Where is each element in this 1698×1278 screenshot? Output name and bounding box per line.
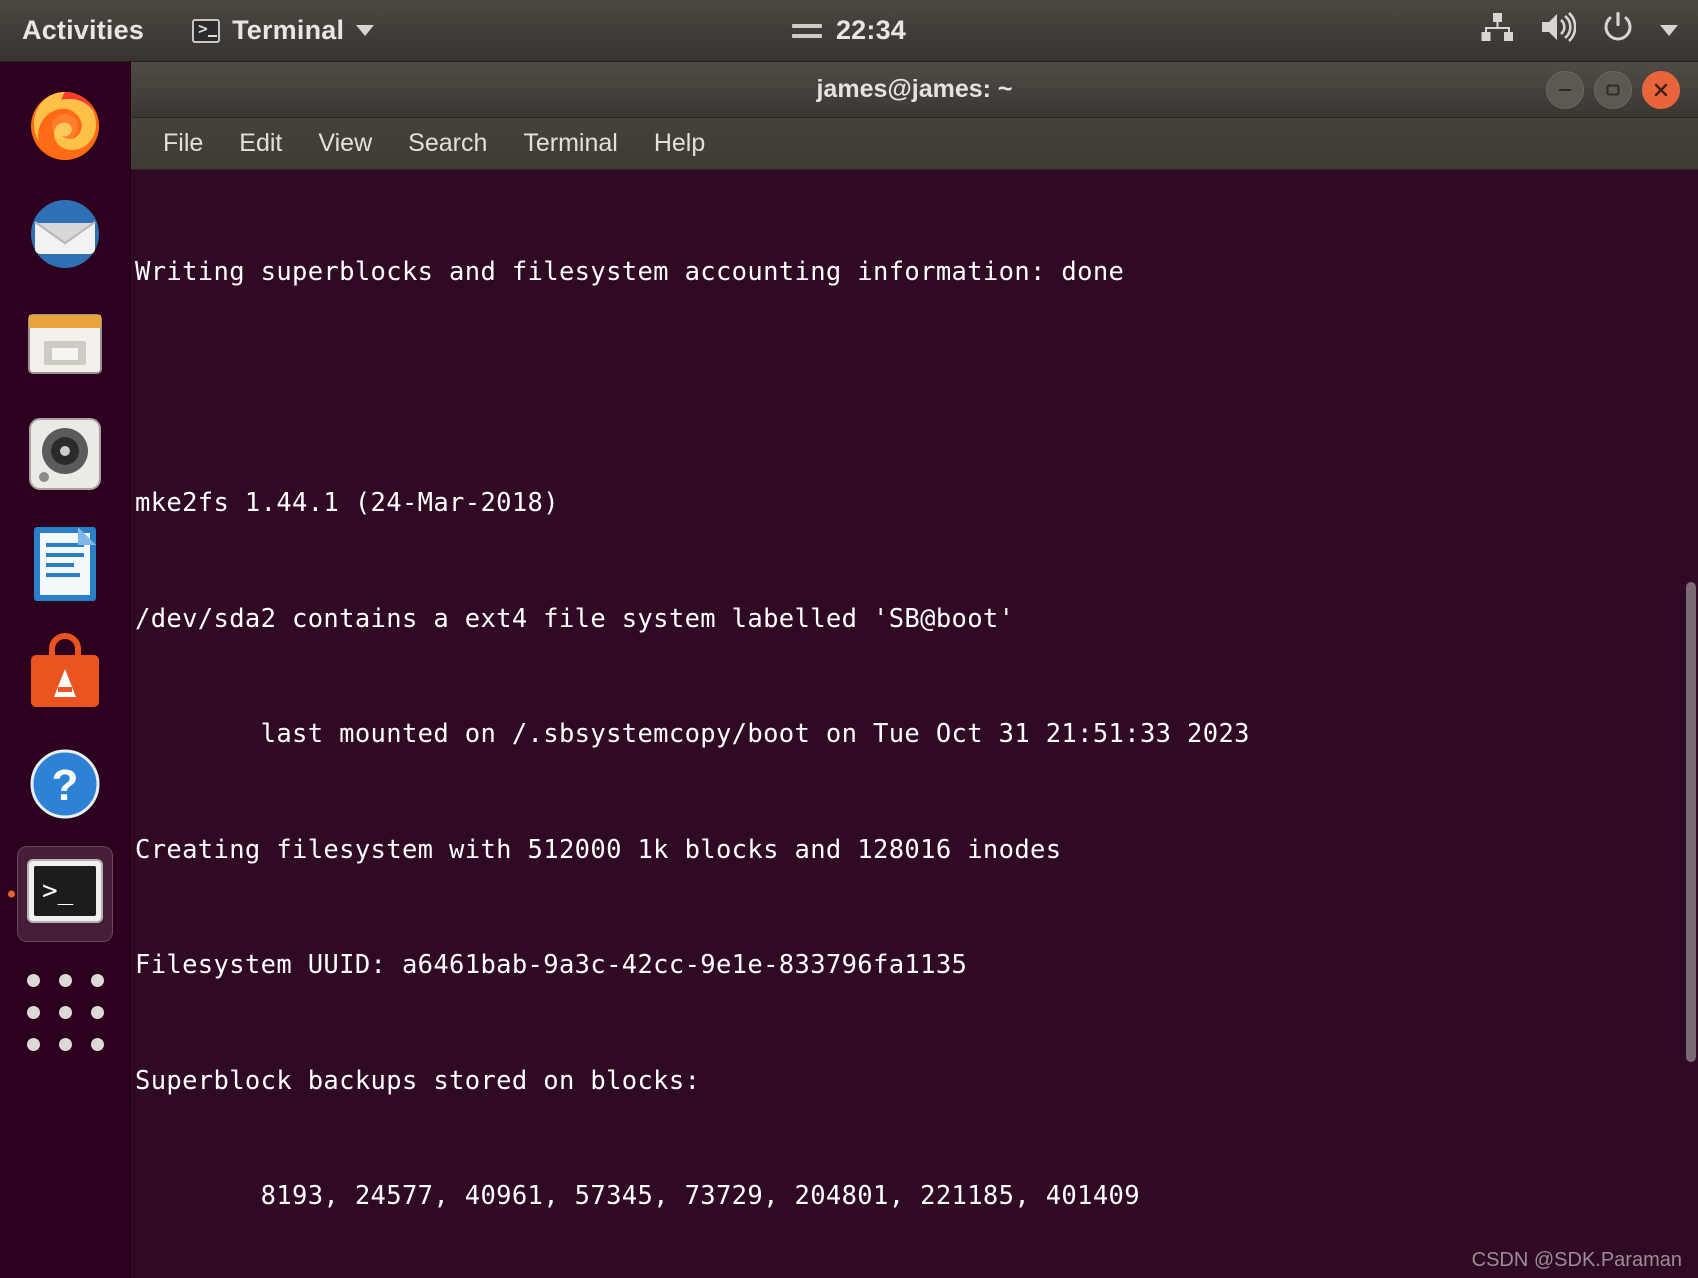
clock-label: 22:34: [835, 15, 907, 45]
dock-item-terminal[interactable]: >_: [17, 846, 113, 942]
clock-menu[interactable]: 22:34: [791, 15, 907, 46]
rhythmbox-icon: [29, 418, 101, 490]
chevron-down-icon: [356, 25, 375, 36]
terminal-line: last mounted on /.sbsystemcopy/boot on T…: [135, 719, 1250, 749]
ubuntu-software-icon: [31, 633, 99, 707]
menu-view[interactable]: View: [318, 129, 372, 158]
window-titlebar[interactable]: james@james: ~: [131, 62, 1698, 118]
grid-dot: [58, 973, 72, 987]
system-status-area[interactable]: [1480, 11, 1678, 50]
terminal-text: Writing superblocks and filesystem accou…: [135, 176, 1674, 1278]
app-menu-terminal[interactable]: Terminal: [192, 15, 375, 46]
activities-button[interactable]: Activities: [22, 15, 144, 46]
chevron-down-icon: [1660, 25, 1678, 36]
terminal-icon: [192, 18, 221, 43]
window-buttons: [1546, 70, 1680, 109]
terminal-window: james@james: ~ File Edit View Search Ter…: [131, 62, 1698, 1278]
terminal-output-area[interactable]: Writing superblocks and filesystem accou…: [131, 170, 1698, 1278]
libreoffice-writer-icon: [34, 527, 96, 601]
dock-item-thunderbird[interactable]: [17, 186, 113, 282]
terminal-line: /dev/sda2 contains a ext4 file system la…: [135, 603, 1015, 634]
dock-item-files[interactable]: [17, 296, 113, 392]
dock-item-libreoffice-writer[interactable]: [17, 516, 113, 612]
app-menu-label: Terminal: [232, 15, 345, 45]
terminal-line: Filesystem UUID: a6461bab-9a3c-42cc-9e1e…: [135, 950, 968, 980]
grid-dot: [26, 973, 40, 987]
launcher-dock: ? >_: [0, 62, 131, 1278]
maximize-button[interactable]: [1594, 70, 1632, 109]
menu-help[interactable]: Help: [654, 129, 705, 158]
network-icon: [1480, 12, 1514, 49]
dock-item-ubuntu-software[interactable]: [17, 626, 113, 722]
power-icon: [1602, 11, 1634, 50]
scrollbar-thumb[interactable]: [1686, 582, 1696, 1062]
menu-bar: File Edit View Search Terminal Help: [131, 118, 1698, 170]
watermark: CSDN @SDK.Paraman: [1471, 1249, 1682, 1271]
thunderbird-icon: [31, 200, 99, 268]
terminal-line: Writing superblocks and filesystem accou…: [135, 257, 1125, 287]
grid-dot: [90, 1037, 104, 1051]
files-icon: [28, 314, 102, 374]
window-title: james@james: ~: [816, 75, 1013, 103]
terminal-line: Creating filesystem with 512000 1k block…: [135, 834, 1062, 865]
menu-terminal[interactable]: Terminal: [523, 129, 617, 158]
menu-search[interactable]: Search: [408, 129, 487, 158]
terminal-icon: >_: [27, 859, 103, 923]
firefox-icon: [31, 92, 99, 160]
grid-dot: [90, 973, 104, 987]
help-icon: ?: [30, 749, 100, 819]
terminal-line: 8193, 24577, 40961, 57345, 73729, 204801…: [135, 1181, 1140, 1211]
grid-dot: [58, 1005, 72, 1019]
show-applications-button[interactable]: [17, 964, 113, 1060]
terminal-line: mke2fs 1.44.1 (24-Mar-2018): [135, 488, 559, 518]
terminal-scrollbar[interactable]: [1684, 170, 1698, 1278]
volume-icon: [1540, 12, 1577, 49]
hamburger-icon: [791, 23, 822, 38]
minimize-button[interactable]: [1546, 70, 1584, 109]
svg-text:>_: >_: [42, 876, 74, 906]
dock-item-rhythmbox[interactable]: [17, 406, 113, 502]
grid-dot: [26, 1037, 40, 1051]
close-button[interactable]: [1642, 70, 1680, 109]
svg-text:?: ?: [52, 761, 79, 810]
menu-edit[interactable]: Edit: [239, 129, 282, 158]
grid-dot: [90, 1005, 104, 1019]
dock-item-help[interactable]: ?: [17, 736, 113, 832]
menu-file[interactable]: File: [163, 129, 203, 158]
terminal-line: Superblock backups stored on blocks:: [135, 1065, 701, 1096]
grid-dot: [58, 1037, 72, 1051]
gnome-top-bar: Activities Terminal 22:34: [0, 0, 1698, 62]
grid-dot: [26, 1005, 40, 1019]
dock-item-firefox[interactable]: [17, 76, 113, 172]
